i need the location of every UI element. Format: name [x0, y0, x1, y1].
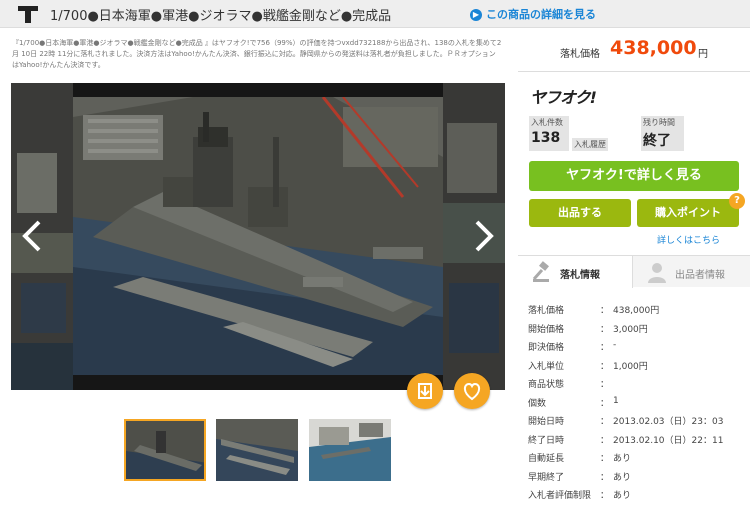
bid-count-value: 138: [531, 130, 561, 146]
info-colon: ：: [600, 306, 610, 316]
sell-button[interactable]: 出品する: [529, 199, 631, 227]
thumbnail-2[interactable]: [216, 419, 298, 481]
item-detail-link[interactable]: ▶ この商品の詳細を見る: [470, 6, 596, 22]
info-value: 1,000円: [613, 361, 648, 372]
watchlist-button[interactable]: [454, 373, 490, 409]
info-value: 1: [613, 395, 619, 406]
tab-bid-info[interactable]: 落札情報: [518, 256, 633, 288]
info-colon: ：: [600, 361, 610, 372]
tab-seller-info[interactable]: 出品者情報: [633, 256, 750, 288]
info-key: 終了日時: [528, 435, 565, 446]
info-key: 落札価格: [528, 306, 565, 316]
info-colon: ：: [600, 324, 610, 335]
user-icon: [648, 263, 666, 283]
info-colon: ：: [600, 380, 610, 390]
main-item-photo[interactable]: [73, 97, 443, 375]
info-key: 開始価格: [528, 324, 565, 335]
info-key: 自動延長: [528, 454, 565, 464]
info-key: 入札者評価制限: [528, 491, 592, 501]
info-value: 2013.02.10（日）22：11: [613, 435, 724, 446]
remaining-time-box: 残り時間 終了: [641, 116, 684, 151]
info-colon: ：: [600, 491, 610, 501]
info-colon: ：: [600, 398, 610, 409]
yahuoku-logo: ヤフオク!: [530, 88, 597, 107]
image-gallery: [11, 83, 505, 390]
bid-info-table: 落札価格： 438,000円 開始価格： 3,000円 即決価格： - 入札単位： 1,000…: [528, 301, 750, 505]
info-key: 商品状態: [528, 380, 565, 390]
top-bar: 1/700●日本海軍●軍港●ジオラマ●戦艦金剛など●完成品 ▶ この商品の詳細を見…: [0, 0, 750, 28]
info-key: 即決価格: [528, 343, 565, 353]
info-row: 落札価格 ： 438,000円: [528, 301, 750, 320]
final-price-box: 落札価格 438,000 円: [518, 30, 750, 72]
prev-image-button[interactable]: [19, 218, 45, 254]
info-row: 商品状態 ：: [528, 375, 750, 394]
info-key: 早期終了: [528, 472, 565, 483]
info-row: 早期終了 ：あり: [528, 468, 750, 487]
next-image-button[interactable]: [471, 218, 497, 254]
info-value: あり: [613, 491, 632, 501]
thumbnail-3[interactable]: [309, 419, 391, 481]
info-row: 個数 ： 1: [528, 394, 750, 413]
remaining-time-label: 残り時間: [643, 118, 675, 127]
info-value: 2013.02.03（日）23：03: [613, 417, 724, 427]
info-colon: ：: [600, 417, 610, 427]
info-value: 3,000円: [613, 324, 648, 335]
info-value: -: [613, 340, 617, 350]
info-row: 即決価格 ： -: [528, 338, 750, 357]
gavel-icon: [532, 261, 549, 282]
info-key: 開始日時: [528, 417, 565, 427]
remaining-time-value: 終了: [643, 133, 671, 149]
info-tabs: 落札情報 出品者情報: [518, 255, 750, 288]
info-row: 入札単位 ： 1,000円: [528, 357, 750, 376]
info-key: 個数: [528, 398, 547, 409]
info-row: 自動延長 ：あり: [528, 449, 750, 468]
info-row: 開始日時 ： 2013.02.03（日）23：03: [528, 412, 750, 431]
yahuoku-hammer-icon[interactable]: [16, 3, 40, 25]
info-row: 開始価格 ： 3,000円: [528, 320, 750, 339]
thumbnail-1[interactable]: [124, 419, 206, 481]
arrow-right-icon: ▶: [470, 9, 482, 21]
info-colon: ：: [600, 472, 610, 483]
save-image-button[interactable]: [407, 373, 443, 409]
info-row: 終了日時 ： 2013.02.10（日）22：11: [528, 431, 750, 450]
info-key: 入札単位: [528, 361, 565, 372]
price-value: 438,000: [610, 37, 697, 59]
item-title: 1/700●日本海軍●軍港●ジオラマ●戦艦金剛など●完成品: [50, 9, 392, 24]
info-value: 438,000円: [613, 306, 660, 316]
info-colon: ：: [600, 343, 610, 353]
download-icon: [418, 383, 432, 399]
price-unit: 円: [698, 49, 708, 60]
info-value: あり: [613, 454, 632, 464]
purchase-points-button[interactable]: 購入ポイント: [637, 199, 739, 227]
info-value: あり: [613, 472, 632, 483]
bid-count-label: 入札件数: [531, 118, 563, 127]
help-link[interactable]: 詳しくはこちら: [657, 233, 720, 246]
price-label: 落札価格: [560, 49, 600, 60]
info-colon: ：: [600, 435, 610, 446]
item-description: 『1/700●日本海軍●軍港●ジオラマ●戦艦金剛など●完成品 』はヤフオク!で7…: [12, 39, 502, 69]
view-on-yahuoku-button[interactable]: ヤフオク!で詳しく見る: [529, 161, 739, 191]
heart-icon: [463, 382, 481, 401]
info-colon: ：: [600, 454, 610, 464]
bid-count-box: 入札件数 138: [529, 116, 569, 151]
help-question-icon[interactable]: ?: [729, 193, 745, 209]
bid-history-link[interactable]: 入札履歴: [572, 138, 608, 151]
